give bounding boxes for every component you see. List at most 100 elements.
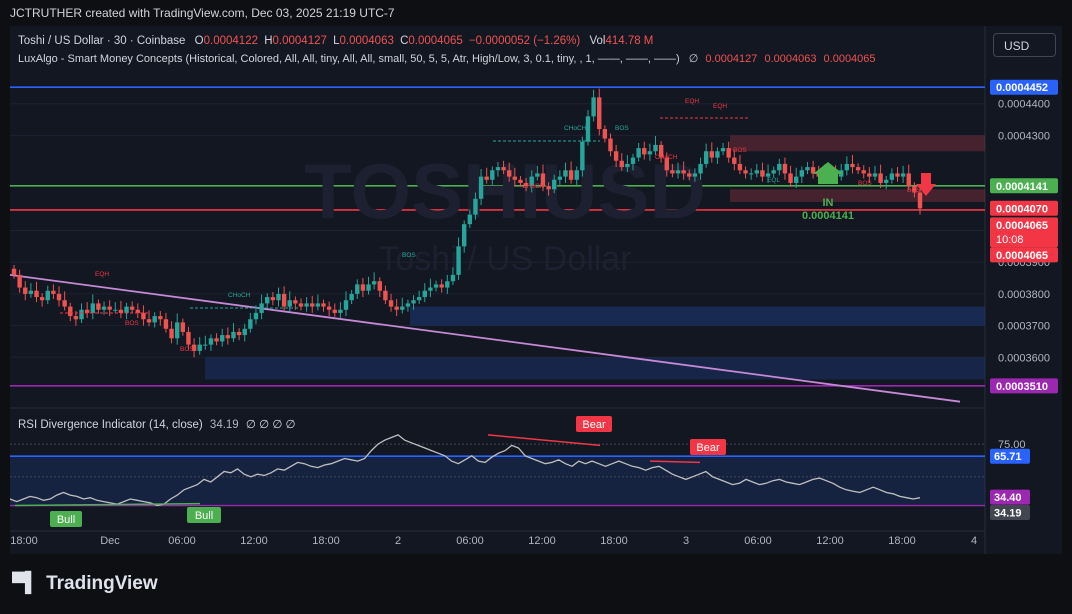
candle-body xyxy=(698,163,703,174)
rsi-tag: 65.71 xyxy=(994,451,1022,463)
candle-body xyxy=(546,186,551,190)
candle-body xyxy=(889,173,895,180)
smc-label: EQH xyxy=(713,103,727,110)
candle-body xyxy=(782,163,788,174)
candle-body xyxy=(152,316,157,323)
chart-canvas[interactable]: TOSHIUSD Toshi / US Dollar EQH EQH EQH CHoC… xyxy=(10,26,1062,554)
candle-body xyxy=(917,192,923,209)
candle-body xyxy=(810,167,816,174)
candle-body xyxy=(653,144,658,152)
smc-label: BOS xyxy=(733,147,747,154)
volume-value: 414.78 M xyxy=(605,35,654,47)
candle-body xyxy=(124,306,129,313)
candle-body xyxy=(788,173,793,183)
candle-body xyxy=(597,97,602,130)
candle-body xyxy=(276,293,281,301)
currency-button[interactable]: USD xyxy=(993,33,1056,57)
candle-body xyxy=(507,170,512,177)
candle-body xyxy=(253,312,259,320)
time-tick-label: 18:00 xyxy=(600,535,628,547)
candle-body xyxy=(321,303,326,307)
candle-body xyxy=(850,163,855,168)
candle-body xyxy=(208,338,214,345)
candle-body xyxy=(411,300,416,304)
candle-body xyxy=(884,179,889,183)
candle-body xyxy=(484,176,489,180)
candle-body xyxy=(805,167,810,171)
rsi-tag: 34.19 xyxy=(994,507,1022,519)
candle-body xyxy=(670,170,675,174)
entry-up-arrow xyxy=(813,162,843,184)
candle-body xyxy=(298,303,304,307)
time-tick-label: 18:00 xyxy=(312,535,340,547)
time-tick-label: 06:00 xyxy=(456,535,484,547)
smc-label: BOS xyxy=(402,252,416,259)
candle-body xyxy=(135,309,141,313)
price-tick-label: 0.0004400 xyxy=(998,99,1050,111)
candle-body xyxy=(242,328,247,336)
candle-body xyxy=(844,163,850,171)
candle-body xyxy=(394,306,399,310)
close-value: 0.0004065 xyxy=(408,35,463,47)
smc-label: EQH xyxy=(685,98,699,105)
candle-body xyxy=(366,284,371,291)
smc-label: CHoCH xyxy=(655,154,678,161)
candle-body xyxy=(349,293,354,301)
candle-body xyxy=(900,173,906,177)
smc-label: CHoCH xyxy=(522,183,545,190)
time-tick-label: 12:00 xyxy=(528,535,556,547)
time-tick-label: 06:00 xyxy=(744,535,772,547)
candle-body xyxy=(799,170,805,177)
candle-body xyxy=(248,319,253,329)
candle-body xyxy=(197,344,202,351)
candle-body xyxy=(535,173,540,177)
candle-body xyxy=(608,138,613,152)
symbol-legend: Toshi / US Dollar · 30 · Coinbase O0.000… xyxy=(18,35,653,47)
candle-body xyxy=(552,179,557,190)
time-tick-label: 3 xyxy=(683,535,689,547)
candle-body xyxy=(878,173,883,183)
resistance-zone xyxy=(730,135,985,152)
price-tag: 0.0004065 xyxy=(996,220,1048,232)
support-zone xyxy=(410,306,985,326)
candle-body xyxy=(186,331,191,345)
rsi-legend-value: 34.19 xyxy=(209,419,239,431)
candle-body xyxy=(726,148,731,158)
rsi-legend-extra: ∅ ∅ ∅ ∅ xyxy=(245,419,296,431)
smc-label: BOS xyxy=(858,180,872,187)
candle-body xyxy=(715,151,720,158)
candle-body xyxy=(400,306,405,310)
change-value: −0.0000052 (−1.26%) xyxy=(468,35,581,47)
candle-body xyxy=(490,170,495,180)
attribution-text: JCTRUTHER created with TradingView.com, … xyxy=(10,6,395,20)
entry-label: IN xyxy=(823,197,834,209)
candle-body xyxy=(343,300,349,310)
candle-body xyxy=(743,170,748,174)
candle-body xyxy=(433,284,439,288)
candle-body xyxy=(585,116,591,142)
candle-body xyxy=(96,303,101,310)
candle-body xyxy=(23,287,28,294)
candle-body xyxy=(855,167,861,171)
bear-label: Bear xyxy=(582,419,606,431)
candle-body xyxy=(28,290,34,294)
price-tick-label: 0.0003800 xyxy=(998,289,1050,301)
candle-body xyxy=(501,167,506,171)
price-tag: 0.0004452 xyxy=(996,82,1048,94)
top-bar: JCTRUTHER created with TradingView.com, … xyxy=(0,0,1072,26)
candle-body xyxy=(220,335,225,342)
candle-body xyxy=(754,170,760,174)
candle-body xyxy=(456,246,461,275)
smc-legend-value-1: 0.0004127 xyxy=(705,53,758,65)
price-tag: 0.0004065 xyxy=(996,250,1048,262)
smc-label: BOS xyxy=(907,187,921,194)
bull-label: Bull xyxy=(195,510,213,522)
candle-body xyxy=(90,303,95,313)
candle-body xyxy=(169,328,174,339)
tradingview-logo: ▀▍ TradingView xyxy=(12,572,158,595)
candle-body xyxy=(703,151,709,164)
chart-panel[interactable]: TOSHIUSD Toshi / US Dollar EQH EQH EQH CHoC… xyxy=(10,26,1062,554)
candle-body xyxy=(281,293,287,307)
candle-body xyxy=(225,335,231,339)
candle-body xyxy=(371,281,377,285)
